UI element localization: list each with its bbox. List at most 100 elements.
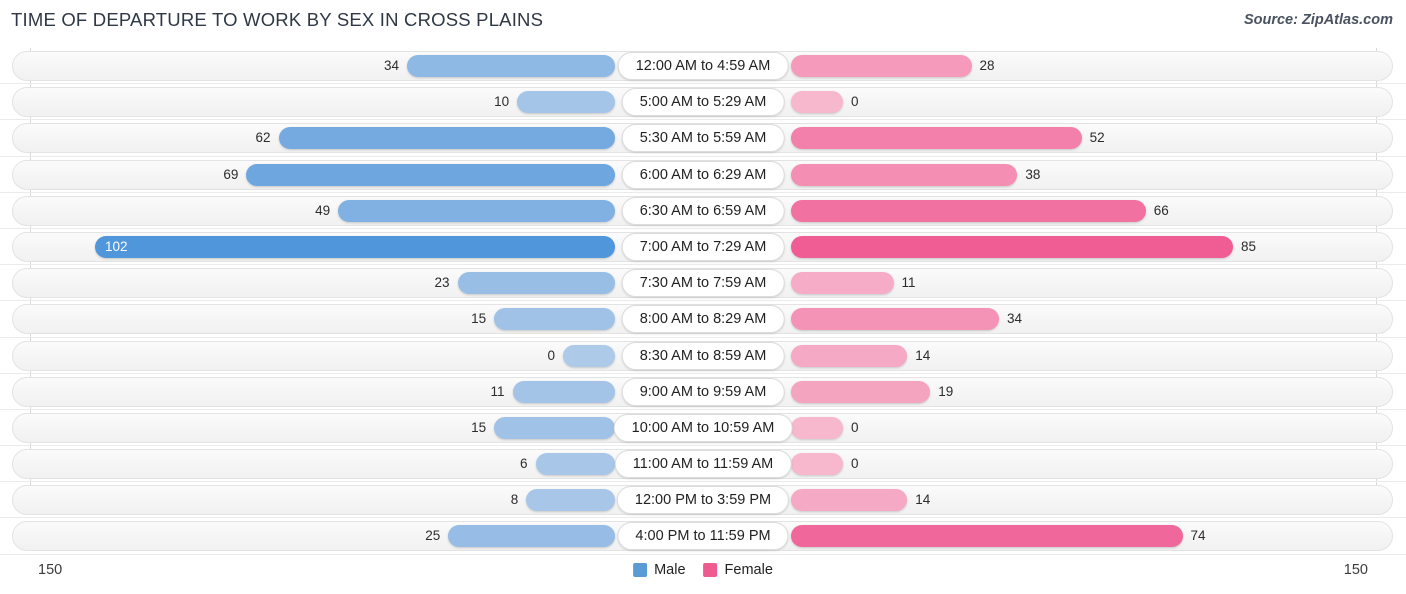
bar-male[interactable]: 69 bbox=[223, 163, 615, 186]
bar-female[interactable]: 74 bbox=[791, 525, 1206, 548]
legend-item-male[interactable]: Male bbox=[633, 562, 686, 578]
value-label-female: 14 bbox=[915, 492, 931, 508]
value-label-male: 62 bbox=[255, 130, 271, 146]
category-label: 5:00 AM to 5:29 AM bbox=[621, 88, 785, 117]
bar-female[interactable]: 0 bbox=[791, 453, 859, 476]
value-label-male: 15 bbox=[471, 419, 487, 435]
value-label-female: 0 bbox=[851, 94, 859, 110]
table-row: 6 0 11:00 AM to 11:59 AM bbox=[0, 446, 1406, 483]
category-label: 7:00 AM to 7:29 AM bbox=[621, 232, 785, 261]
value-label-female: 38 bbox=[1025, 166, 1041, 182]
value-label-female: 0 bbox=[851, 456, 859, 472]
value-label-male: 23 bbox=[434, 275, 450, 291]
bar-female[interactable]: 52 bbox=[791, 127, 1105, 150]
chart-root: TIME OF DEPARTURE TO WORK BY SEX IN CROS… bbox=[0, 0, 1406, 594]
category-label: 8:30 AM to 8:59 AM bbox=[621, 341, 785, 370]
legend-swatch-female-icon bbox=[703, 563, 718, 577]
value-label-male: 34 bbox=[383, 58, 399, 73]
bar-male[interactable]: 49 bbox=[315, 199, 615, 222]
legend-item-female[interactable]: Female bbox=[703, 562, 773, 578]
value-label-female: 85 bbox=[1241, 238, 1257, 254]
bar-female[interactable]: 38 bbox=[791, 163, 1040, 186]
bar-female[interactable]: 0 bbox=[791, 416, 859, 439]
chart-footer: 150 150 Male Female bbox=[0, 556, 1406, 594]
table-row: 69 38 6:00 AM to 6:29 AM bbox=[0, 157, 1406, 193]
bar-male[interactable]: 23 bbox=[434, 272, 615, 295]
bar-male[interactable]: 8 bbox=[511, 489, 615, 512]
table-row: 102 85 7:00 AM to 7:29 AM bbox=[0, 229, 1406, 266]
value-label-female: 34 bbox=[1007, 311, 1023, 327]
bar-female[interactable]: 34 bbox=[791, 308, 1022, 331]
legend-label-female: Female bbox=[724, 562, 773, 578]
bar-female[interactable]: 14 bbox=[791, 344, 930, 367]
bar-rows: 34 28 12:00 AM to 4:59 AM 10 0 5:00 AM to 5:2… bbox=[0, 48, 1406, 555]
table-row: 10 0 5:00 AM to 5:29 AM bbox=[0, 84, 1406, 121]
value-label-female: 11 bbox=[901, 275, 916, 291]
bar-male[interactable]: 15 bbox=[471, 416, 615, 439]
value-label-male: 11 bbox=[490, 383, 505, 399]
category-label: 11:00 AM to 11:59 AM bbox=[614, 450, 792, 479]
table-row: 0 14 8:30 AM to 8:59 AM bbox=[0, 338, 1406, 374]
category-label: 6:00 AM to 6:29 AM bbox=[621, 160, 785, 189]
table-row: 11 19 9:00 AM to 9:59 AM bbox=[0, 374, 1406, 410]
category-label: 9:00 AM to 9:59 AM bbox=[621, 377, 785, 406]
value-label-male: 25 bbox=[425, 528, 441, 544]
value-label-male: 69 bbox=[223, 166, 239, 182]
bar-male[interactable]: 25 bbox=[425, 525, 615, 548]
bar-male[interactable]: 102 bbox=[95, 235, 615, 258]
category-label: 7:30 AM to 7:59 AM bbox=[621, 269, 785, 298]
category-label: 8:00 AM to 8:29 AM bbox=[621, 305, 785, 334]
bar-female[interactable]: 14 bbox=[791, 489, 930, 512]
bar-male[interactable]: 10 bbox=[494, 91, 615, 114]
bar-female[interactable]: 0 bbox=[791, 91, 859, 114]
bar-male[interactable]: 34 bbox=[384, 55, 615, 77]
value-label-female: 52 bbox=[1089, 130, 1105, 146]
bar-female[interactable]: 11 bbox=[791, 272, 916, 295]
value-label-male: 49 bbox=[315, 202, 331, 218]
category-label: 6:30 AM to 6:59 AM bbox=[621, 196, 785, 225]
category-label: 12:00 AM to 4:59 AM bbox=[617, 52, 789, 80]
table-row: 49 66 6:30 AM to 6:59 AM bbox=[0, 193, 1406, 229]
table-row: 15 34 8:00 AM to 8:29 AM bbox=[0, 301, 1406, 338]
value-label-male: 15 bbox=[471, 311, 487, 327]
value-label-male: 8 bbox=[510, 492, 519, 508]
legend-swatch-male-icon bbox=[633, 563, 648, 577]
bar-male[interactable]: 0 bbox=[547, 344, 615, 367]
value-label-female: 0 bbox=[851, 419, 859, 435]
table-row: 25 74 4:00 PM to 11:59 PM bbox=[0, 518, 1406, 555]
axis-label-right: 150 bbox=[1343, 562, 1368, 578]
value-label-male: 0 bbox=[547, 347, 555, 363]
source-attribution: Source: ZipAtlas.com bbox=[1243, 12, 1393, 28]
bar-female[interactable]: 28 bbox=[791, 55, 995, 77]
bar-female[interactable]: 66 bbox=[791, 199, 1169, 222]
bar-male[interactable]: 11 bbox=[490, 380, 615, 403]
bar-female[interactable]: 19 bbox=[791, 380, 953, 403]
category-label: 5:30 AM to 5:59 AM bbox=[621, 124, 785, 153]
value-label-male: 102 bbox=[105, 238, 128, 254]
bar-male[interactable]: 62 bbox=[255, 127, 615, 150]
bar-female[interactable]: 85 bbox=[791, 235, 1256, 258]
page-title: TIME OF DEPARTURE TO WORK BY SEX IN CROS… bbox=[11, 9, 544, 30]
value-label-male: 6 bbox=[519, 456, 528, 472]
legend-label-male: Male bbox=[654, 562, 686, 578]
category-label: 10:00 AM to 10:59 AM bbox=[613, 413, 793, 442]
category-label: 4:00 PM to 11:59 PM bbox=[617, 522, 789, 551]
chart-header: TIME OF DEPARTURE TO WORK BY SEX IN CROS… bbox=[0, 0, 1406, 40]
table-row: 34 28 12:00 AM to 4:59 AM bbox=[0, 48, 1406, 85]
legend: Male Female bbox=[633, 562, 773, 578]
bar-male[interactable]: 15 bbox=[471, 308, 615, 331]
table-row: 15 0 10:00 AM to 10:59 AM bbox=[0, 410, 1406, 447]
bar-male[interactable]: 6 bbox=[520, 453, 615, 476]
table-row: 62 52 5:30 AM to 5:59 AM bbox=[0, 120, 1406, 157]
axis-label-left: 150 bbox=[38, 562, 63, 578]
plot-area: 34 28 12:00 AM to 4:59 AM 10 0 5:00 AM to 5:2… bbox=[0, 48, 1406, 555]
table-row: 23 11 7:30 AM to 7:59 AM bbox=[0, 265, 1406, 302]
value-label-male: 10 bbox=[494, 94, 510, 110]
table-row: 8 14 12:00 PM to 3:59 PM bbox=[0, 482, 1406, 519]
value-label-female: 74 bbox=[1190, 528, 1206, 544]
value-label-female: 66 bbox=[1153, 202, 1169, 218]
category-label: 12:00 PM to 3:59 PM bbox=[616, 486, 790, 515]
value-label-female: 28 bbox=[979, 58, 995, 73]
value-label-female: 14 bbox=[915, 347, 931, 363]
value-label-female: 19 bbox=[938, 383, 954, 399]
